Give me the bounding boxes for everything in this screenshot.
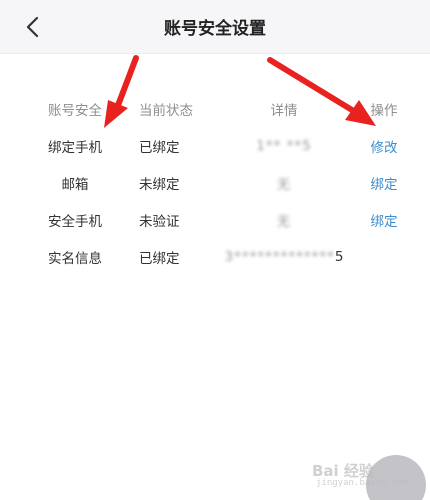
row-detail: 1** **5 bbox=[214, 127, 354, 164]
masked-security-phone: 无 bbox=[276, 213, 292, 230]
action-label[interactable]: 修改 bbox=[371, 136, 398, 156]
masked-email: 无 bbox=[276, 176, 292, 193]
column-header-detail: 详情 bbox=[270, 102, 298, 119]
table-row-security-phone: 安全手机 未验证 无 绑定 bbox=[0, 201, 430, 238]
masked-phone-number: 1** **5 bbox=[256, 137, 312, 154]
watermark-text: Bai 经验 bbox=[312, 462, 374, 480]
row-status: 未验证 bbox=[139, 213, 180, 230]
table-row-email: 邮箱 未绑定 无 绑定 bbox=[0, 164, 430, 201]
id-number-tail: 5 bbox=[334, 248, 344, 265]
row-detail: 无 bbox=[214, 164, 354, 201]
row-status: 未绑定 bbox=[139, 176, 180, 193]
row-item-label: 安全手机 bbox=[48, 213, 102, 230]
top-bar: 账号安全设置 bbox=[0, 0, 430, 54]
row-item-label: 邮箱 bbox=[61, 176, 89, 193]
table-row-real-name: 实名信息 已绑定 3************* 5 bbox=[0, 238, 430, 275]
column-header-action: 操作 bbox=[370, 102, 398, 119]
row-status: 已绑定 bbox=[139, 250, 180, 267]
column-header-item: 账号安全 bbox=[48, 102, 102, 119]
bind-security-phone-link[interactable]: 绑定 bbox=[358, 201, 410, 238]
modify-phone-link[interactable]: 修改 bbox=[358, 127, 410, 164]
table-row-phone: 绑定手机 已绑定 1** **5 修改 bbox=[0, 127, 430, 164]
row-detail: 无 bbox=[214, 201, 354, 238]
row-item-label: 实名信息 bbox=[48, 250, 102, 267]
action-label[interactable]: 绑定 bbox=[371, 173, 398, 193]
row-status: 已绑定 bbox=[139, 139, 180, 156]
row-item-label: 绑定手机 bbox=[48, 139, 102, 156]
action-label[interactable]: 绑定 bbox=[371, 210, 398, 230]
masked-id-number: 3************* bbox=[224, 248, 335, 265]
table-header-row: 账号安全 当前状态 详情 操作 bbox=[0, 90, 430, 127]
bind-email-link[interactable]: 绑定 bbox=[358, 164, 410, 201]
column-header-status: 当前状态 bbox=[139, 102, 193, 119]
row-detail: 3************* 5 bbox=[214, 238, 354, 275]
floating-action-button[interactable] bbox=[366, 455, 426, 500]
security-table: 账号安全 当前状态 详情 操作 绑定手机 已绑定 1** **5 修改 邮箱 未… bbox=[0, 90, 430, 275]
page-title: 账号安全设置 bbox=[164, 19, 266, 39]
row-action-empty bbox=[358, 238, 410, 275]
